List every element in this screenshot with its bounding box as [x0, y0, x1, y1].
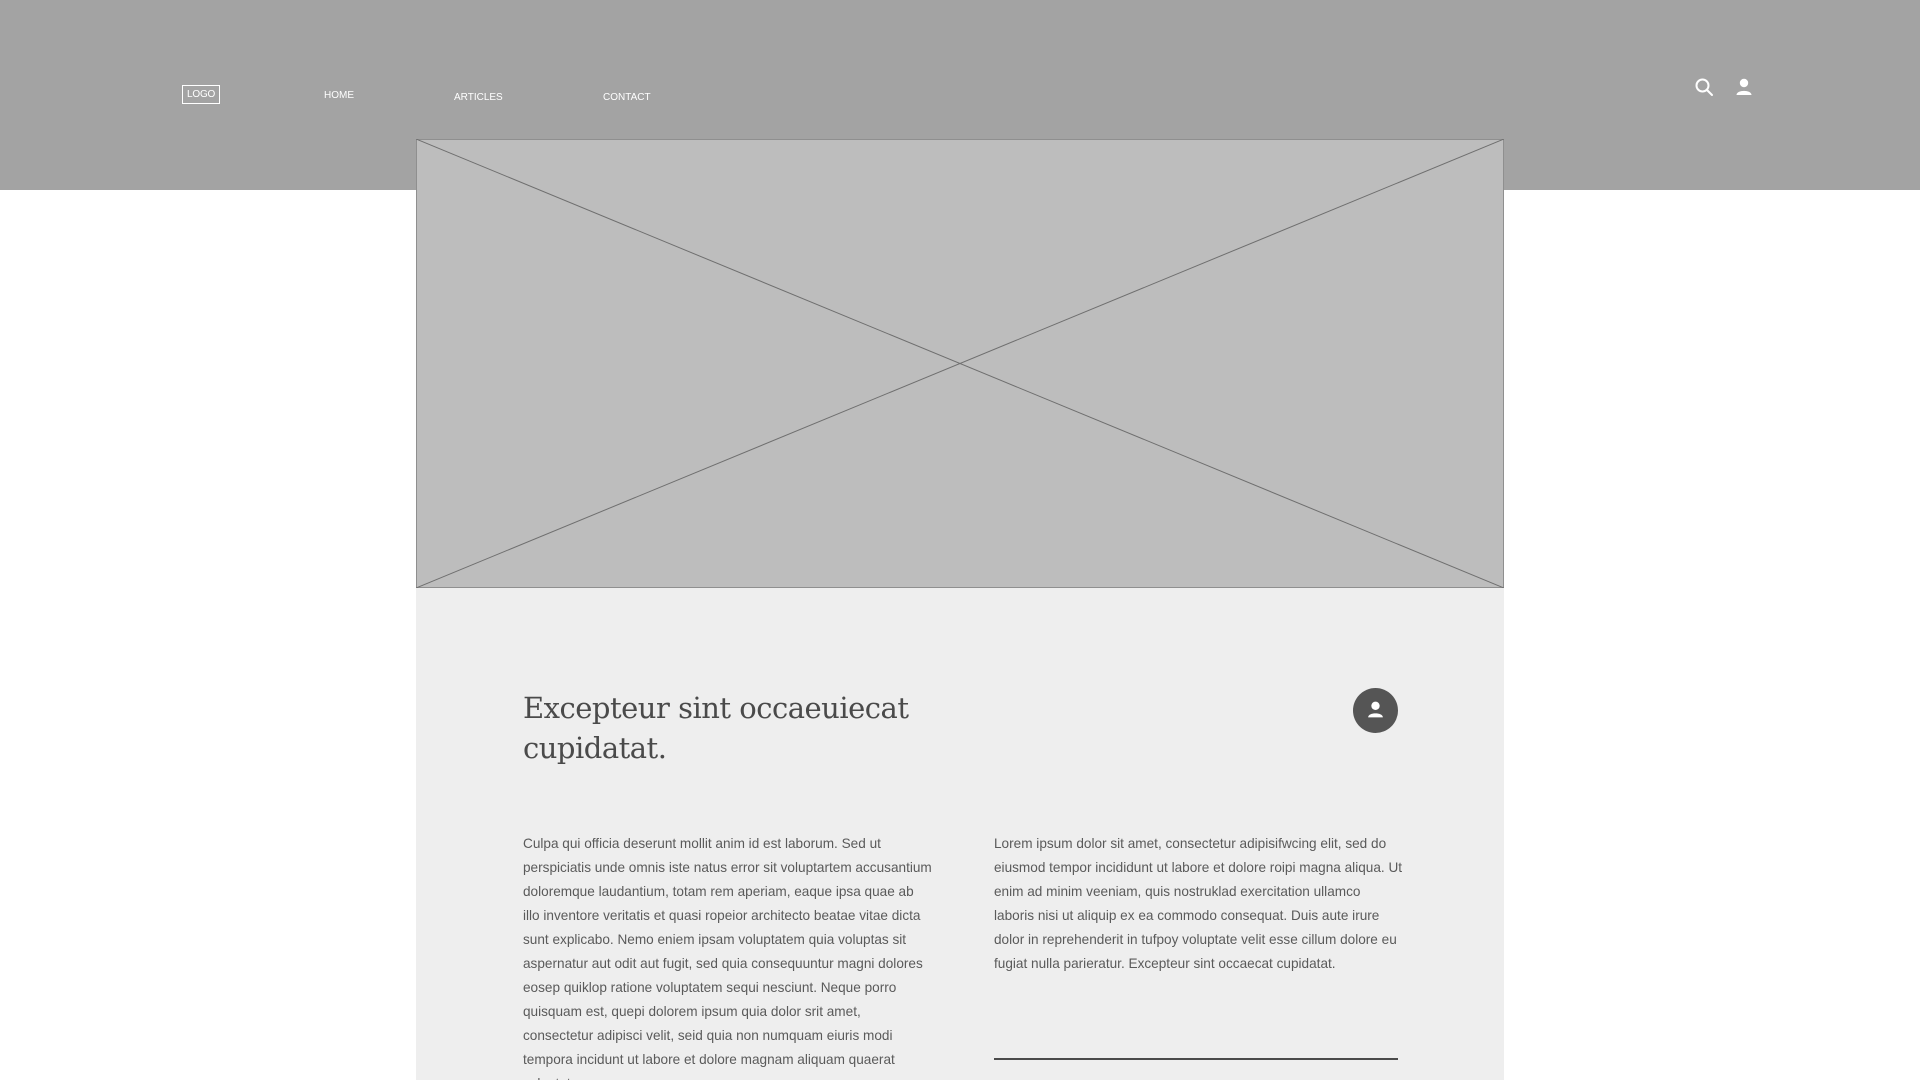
user-icon — [1368, 701, 1383, 718]
article-body-right: Lorem ipsum dolor sit amet, consectetur … — [994, 836, 1403, 971]
user-icon[interactable] — [1734, 77, 1754, 97]
article-body-left: Culpa qui officia deserunt mollit anim i… — [523, 836, 932, 1080]
section-divider — [994, 1058, 1398, 1060]
author-avatar[interactable] — [1353, 688, 1398, 733]
nav-contact-link[interactable]: CONTACT — [603, 92, 651, 103]
site-logo[interactable]: LOGO — [182, 85, 221, 104]
nav-articles-link[interactable]: ARTICLES — [454, 92, 503, 103]
hero-image-placeholder — [416, 139, 1504, 588]
article-title: Excepteur sint occaeuiecat cupidatat. — [523, 691, 909, 765]
search-icon[interactable] — [1694, 77, 1714, 97]
nav-home-link[interactable]: HOME — [324, 90, 354, 101]
article-card: Excepteur sint occaeuiecat cupidatat. Cu… — [416, 588, 1504, 1080]
image-placeholder-cross — [416, 139, 1504, 588]
page: LOGO HOME ARTICLES CONTACT Excepteur sin… — [0, 0, 1920, 1080]
